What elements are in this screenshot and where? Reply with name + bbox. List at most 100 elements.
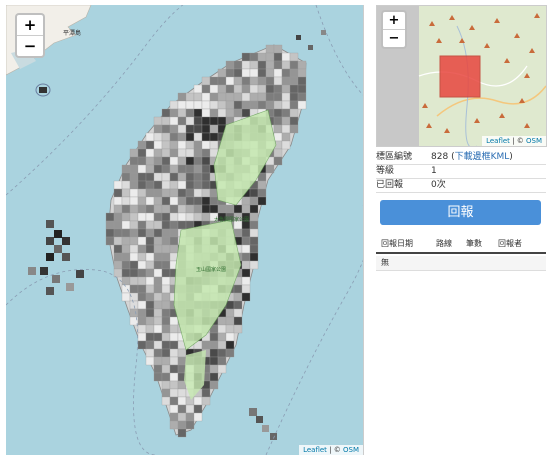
grid-cell: [233, 68, 243, 78]
grid-cell: [177, 356, 187, 366]
grid-cell: [177, 172, 187, 182]
grid-cell: [241, 252, 251, 262]
grid-cell: [177, 156, 187, 166]
grid-cell: [177, 404, 187, 414]
grid-cell: [105, 212, 115, 222]
grid-cell: [169, 196, 179, 206]
grid-cell: [257, 60, 267, 70]
leaflet-link[interactable]: Leaflet: [303, 446, 327, 454]
grid-cell: [153, 124, 163, 134]
grid-cell: [209, 356, 219, 366]
grid-cell: [217, 316, 227, 326]
grid-cell: [169, 404, 179, 414]
grid-cell: [169, 364, 179, 374]
grid-cell: [217, 100, 227, 110]
grid-cell: [137, 260, 147, 270]
detail-map[interactable]: + − Leaflet | © OSM: [376, 5, 547, 147]
grid-cell: [201, 388, 211, 398]
detail-leaflet-link[interactable]: Leaflet: [486, 137, 510, 145]
grid-cell: [273, 124, 283, 134]
grid-cell: [145, 188, 155, 198]
grid-cell: [225, 308, 235, 318]
grid-cell: [153, 252, 163, 262]
grid-cell: [145, 284, 155, 294]
grid-cell: [145, 172, 155, 182]
report-button[interactable]: 回報: [380, 200, 541, 225]
grid-cell: [169, 332, 179, 342]
grid-cell: [217, 356, 227, 366]
grid-cell: [209, 340, 219, 350]
grid-cell: [225, 316, 235, 326]
grid-cell: [153, 316, 163, 326]
grid-cell: [153, 324, 163, 334]
grid-cell: [153, 212, 163, 222]
grid-cell: [161, 132, 171, 142]
grid-cell: [177, 212, 187, 222]
grid-cell: [145, 180, 155, 190]
main-map[interactable]: 平潭島 太魯閣國家公園 玉山國家公園 + − Leaflet | © OSM: [6, 5, 364, 455]
detail-zoom-in-button[interactable]: +: [383, 12, 405, 29]
grid-cell: [265, 60, 275, 70]
penghu-cell: [62, 253, 70, 261]
grid-cell: [185, 172, 195, 182]
grid-cell: [153, 196, 163, 206]
grid-cell: [153, 300, 163, 310]
grid-cell: [129, 156, 139, 166]
grid-cell: [233, 308, 243, 318]
grid-cell: [241, 196, 251, 206]
grid-cell: [201, 340, 211, 350]
map-canvas[interactable]: 平潭島 太魯閣國家公園 玉山國家公園: [6, 5, 363, 455]
reports-table-header: 回報日期 路線 筆數 回報者: [376, 236, 546, 254]
selected-grid-cell: [439, 55, 481, 98]
grid-cell: [177, 428, 187, 438]
grid-cell: [297, 84, 307, 94]
grid-cell: [209, 380, 219, 390]
penghu-cell: [52, 275, 60, 283]
grid-cell: [129, 228, 139, 238]
grid-cell: [137, 196, 147, 206]
grid-cell: [153, 340, 163, 350]
grid-cell: [209, 92, 219, 102]
grid-cell: [265, 100, 275, 110]
grid-cell: [161, 268, 171, 278]
grid-cell: [201, 172, 211, 182]
grid-cell: [177, 348, 187, 358]
grid-cell: [161, 324, 171, 334]
download-kml-link[interactable]: 下載邊框KML: [455, 152, 510, 162]
osm-link[interactable]: OSM: [343, 446, 359, 454]
grid-cell: [153, 156, 163, 166]
grid-cell: [185, 148, 195, 158]
grid-cell: [193, 92, 203, 102]
penghu-cell: [40, 267, 48, 275]
zoom-in-button[interactable]: +: [17, 15, 43, 35]
grid-cell: [249, 68, 259, 78]
grid-cell: [249, 60, 259, 70]
grid-cell: [233, 204, 243, 214]
grid-cell: [209, 140, 219, 150]
grid-cell: [153, 292, 163, 302]
grid-cell: [281, 124, 291, 134]
detail-zoom-out-button[interactable]: −: [383, 29, 405, 47]
grid-cell: [185, 164, 195, 174]
grid-cell: [161, 388, 171, 398]
grid-cell: [201, 140, 211, 150]
detail-zoom-control: + −: [381, 10, 407, 49]
grid-cell: [297, 92, 307, 102]
grid-cell: [169, 316, 179, 326]
zoom-out-button[interactable]: −: [17, 35, 43, 56]
grid-cell: [161, 156, 171, 166]
grid-cell: [145, 276, 155, 286]
grid-cell: [289, 92, 299, 102]
grid-cell: [153, 180, 163, 190]
grid-cell: [137, 140, 147, 150]
grid-cell: [273, 148, 283, 158]
detail-osm-link[interactable]: OSM: [526, 137, 542, 145]
grid-cell: [233, 292, 243, 302]
grid-cell: [161, 108, 171, 118]
grid-cell: [193, 148, 203, 158]
grid-cell: [185, 140, 195, 150]
grid-cell: [273, 132, 283, 142]
place-label: 平潭島: [63, 29, 81, 37]
grid-cell: [169, 132, 179, 142]
grid-cell: [257, 196, 267, 206]
